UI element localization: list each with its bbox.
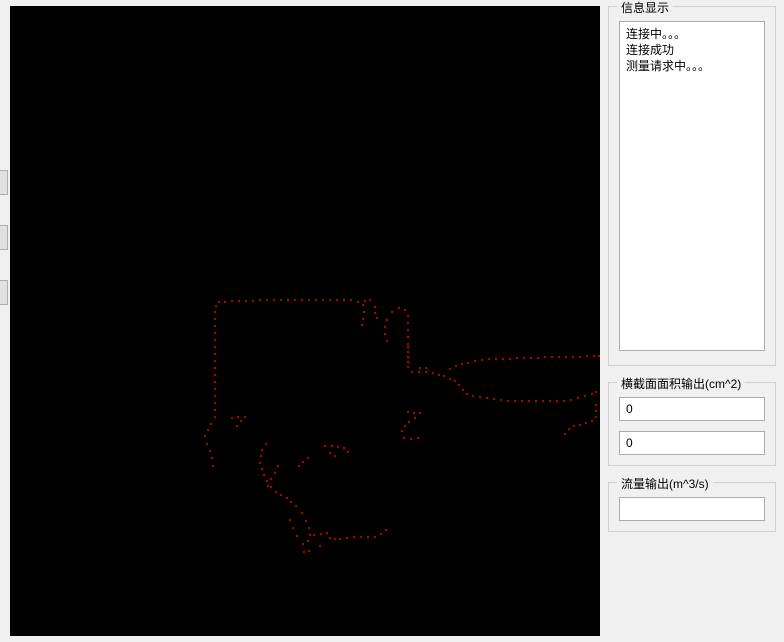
- flow-output[interactable]: [619, 497, 765, 521]
- side-button-3[interactable]: [0, 280, 8, 305]
- info-display-group: 信息显示 连接中。。。 连接成功 测量请求中。。。: [608, 6, 776, 366]
- cross-section-title: 横截面面积输出(cm^2): [617, 375, 745, 392]
- scan-canvas: [10, 6, 600, 636]
- right-panel: 信息显示 连接中。。。 连接成功 测量请求中。。。 横截面面积输出(cm^2) …: [606, 0, 784, 642]
- info-display-title: 信息显示: [617, 0, 673, 16]
- side-button-2[interactable]: [0, 225, 8, 250]
- cross-section-group: 横截面面积输出(cm^2): [608, 382, 776, 466]
- scan-display: [10, 6, 600, 636]
- cross-section-output-2[interactable]: [619, 431, 765, 455]
- side-button-1[interactable]: [0, 170, 8, 195]
- flow-title: 流量输出(m^3/s): [617, 475, 713, 492]
- cross-section-output-1[interactable]: [619, 397, 765, 421]
- left-button-strip: [0, 0, 8, 642]
- info-log[interactable]: 连接中。。。 连接成功 测量请求中。。。: [619, 21, 765, 351]
- flow-group: 流量输出(m^3/s): [608, 482, 776, 532]
